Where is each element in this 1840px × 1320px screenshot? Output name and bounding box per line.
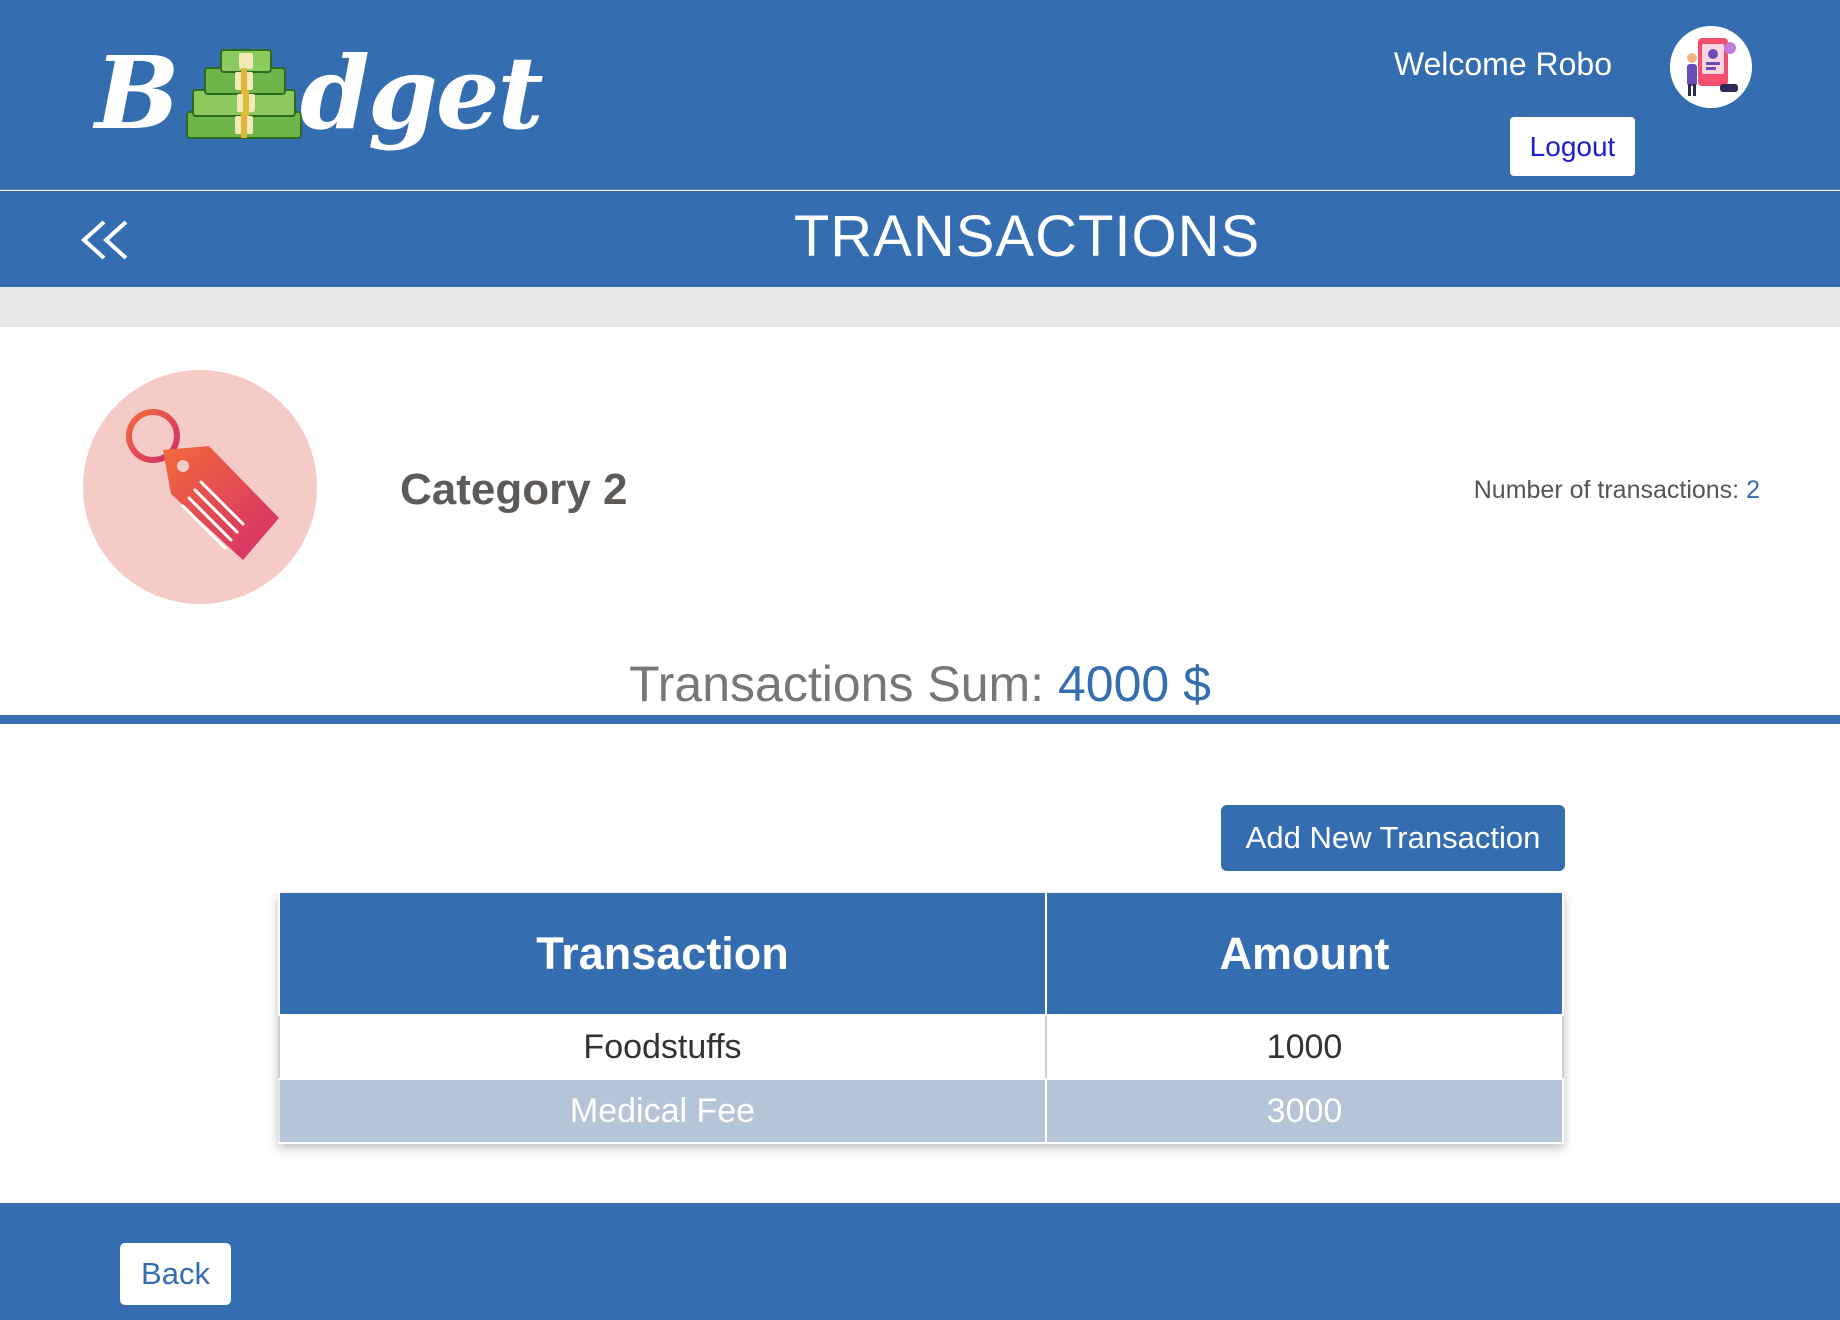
money-stack-icon bbox=[186, 49, 302, 139]
table-row[interactable]: Foodstuffs 1000 bbox=[278, 1014, 1564, 1080]
sum-label: Transactions Sum: bbox=[629, 656, 1045, 712]
transaction-count-label: Number of transactions: bbox=[1473, 476, 1740, 504]
transaction-amount-cell: 3000 bbox=[1045, 1078, 1564, 1144]
transaction-name-cell: Medical Fee bbox=[278, 1078, 1047, 1144]
avatar-illustration-icon bbox=[1670, 26, 1752, 108]
transactions-sum: Transactions Sum: 4000 $ bbox=[0, 655, 1840, 713]
table-row[interactable]: Medical Fee 3000 bbox=[278, 1078, 1564, 1144]
sum-value: 4000 $ bbox=[1057, 656, 1211, 712]
transaction-amount-cell: 1000 bbox=[1045, 1014, 1564, 1080]
transaction-count: Number of transactions: 2 bbox=[1474, 476, 1760, 505]
category-icon-circle bbox=[83, 370, 317, 604]
separator-bar bbox=[0, 287, 1840, 327]
table-header-row: Transaction Amount bbox=[278, 893, 1564, 1015]
user-avatar[interactable] bbox=[1670, 26, 1752, 108]
transactions-table: Transaction Amount Foodstuffs 1000 Medic… bbox=[278, 893, 1564, 1144]
transaction-name-cell: Foodstuffs bbox=[278, 1014, 1047, 1080]
page-title: TRANSACTIONS bbox=[793, 204, 1261, 269]
logout-button[interactable]: Logout bbox=[1510, 117, 1635, 176]
category-name: Category 2 bbox=[400, 465, 628, 514]
column-header-amount[interactable]: Amount bbox=[1045, 893, 1564, 1015]
logo-letter-b: B bbox=[95, 34, 180, 152]
welcome-message: Welcome Robo bbox=[1393, 46, 1612, 82]
price-tag-icon bbox=[126, 409, 279, 560]
budget-logo[interactable]: B dget bbox=[95, 28, 544, 158]
add-transaction-button[interactable]: Add New Transaction bbox=[1221, 805, 1565, 871]
column-header-transaction[interactable]: Transaction bbox=[278, 893, 1047, 1015]
transaction-count-value: 2 bbox=[1746, 476, 1760, 504]
logo-letters-dget: dget bbox=[300, 34, 544, 152]
divider-line bbox=[0, 715, 1840, 724]
back-button[interactable]: Back bbox=[120, 1243, 231, 1305]
footer-bar bbox=[0, 1203, 1840, 1320]
